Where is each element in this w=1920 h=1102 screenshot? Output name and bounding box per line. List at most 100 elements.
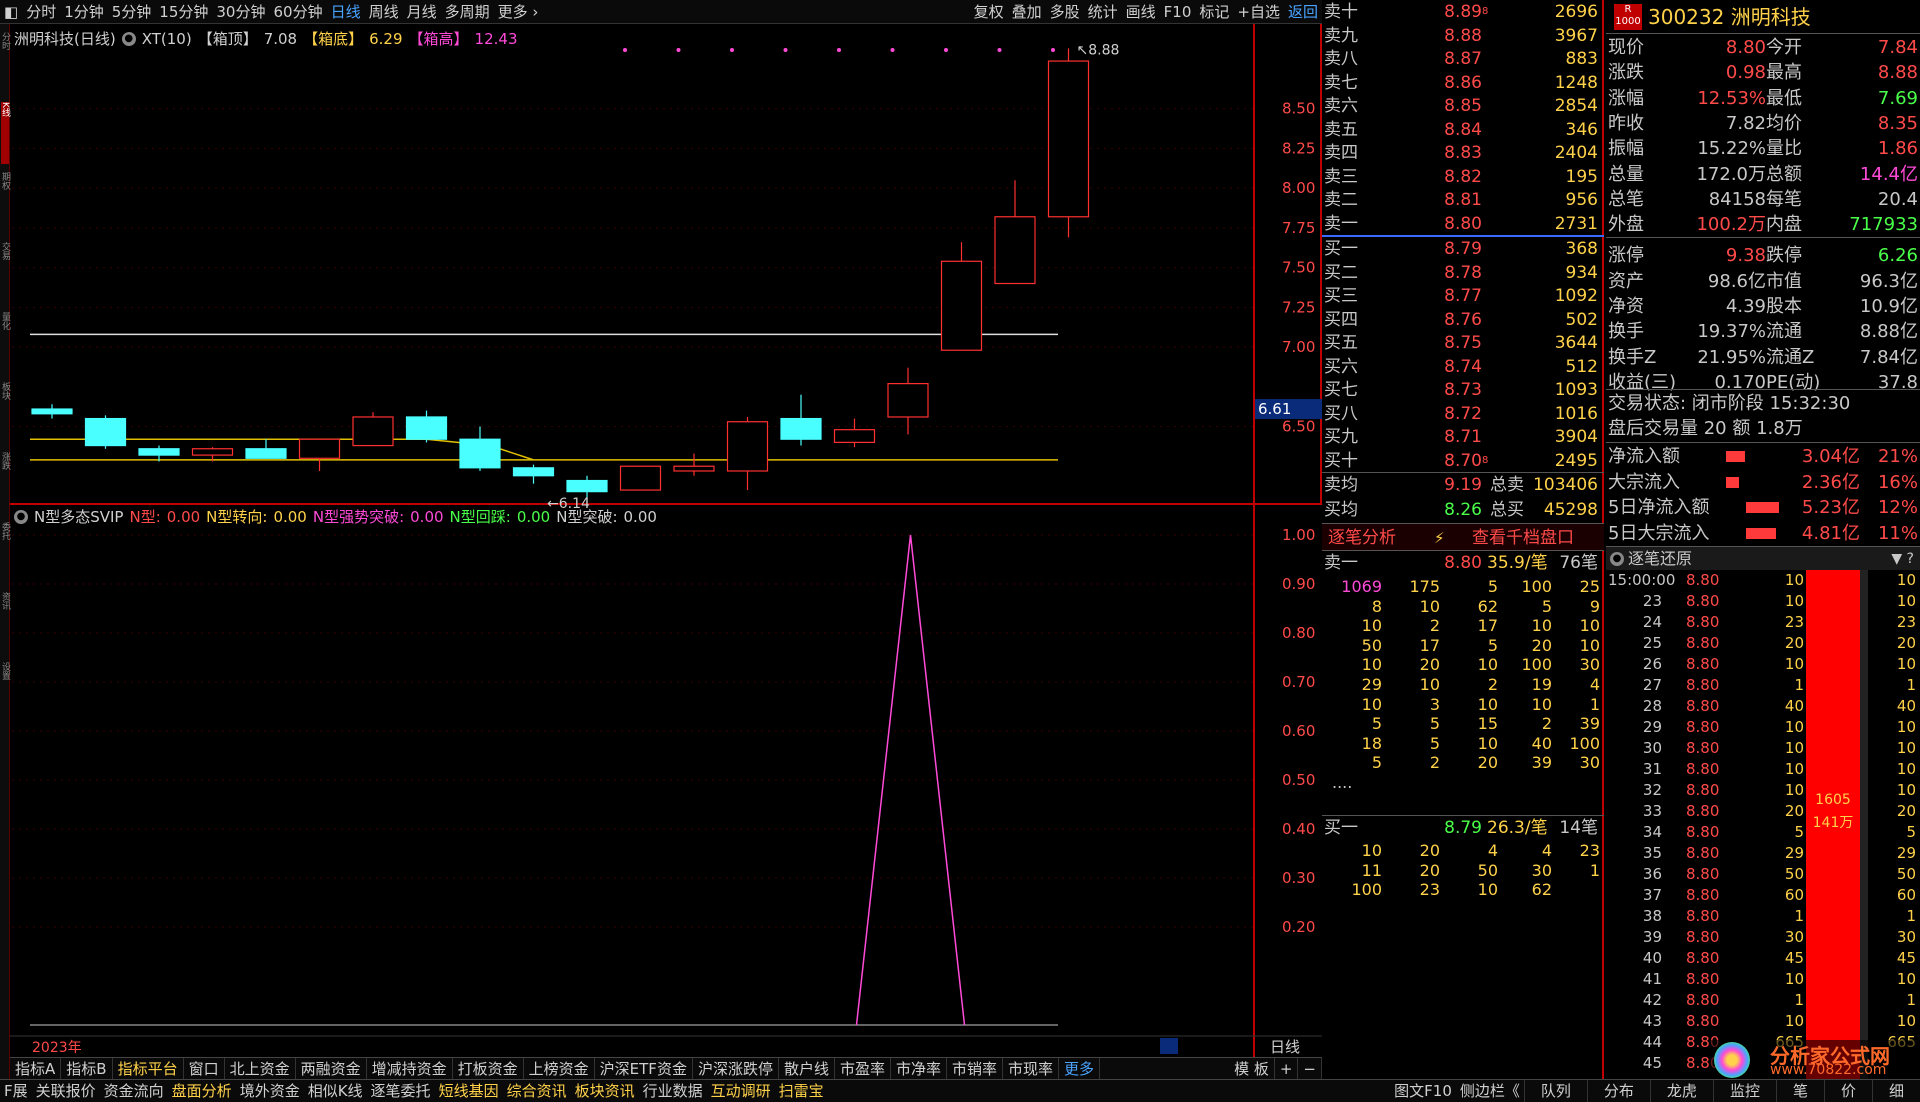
- left-strip-tab-4[interactable]: 量化: [0, 312, 10, 374]
- ask-row[interactable]: 卖四 8.83 2404: [1322, 141, 1604, 165]
- status-panel-tab-6[interactable]: 细: [1871, 1079, 1920, 1102]
- period-tab-6[interactable]: 日线: [327, 0, 365, 24]
- indicator-name[interactable]: XT(10): [142, 30, 192, 48]
- toolbar-btn-1[interactable]: 叠加: [1008, 0, 1046, 24]
- status-panel-tab-0[interactable]: 队列: [1523, 1079, 1587, 1102]
- period-tab-0[interactable]: 分时: [22, 0, 60, 24]
- status-tab-5[interactable]: 相似K线: [304, 1080, 367, 1102]
- status-right-1[interactable]: 侧边栏《: [1456, 1080, 1524, 1102]
- ask-row[interactable]: 卖六 8.85 2854: [1322, 94, 1604, 118]
- stock-code-name[interactable]: 300232 洲明科技: [1648, 4, 1811, 30]
- status-tab-0[interactable]: F展: [0, 1080, 32, 1102]
- left-strip-tab-6[interactable]: 涨跌: [0, 452, 10, 514]
- status-tab-11[interactable]: 互动调研: [707, 1080, 775, 1102]
- indicator-tab-17[interactable]: 模 板: [1229, 1057, 1275, 1080]
- ask-row[interactable]: 卖九 8.88 3967: [1322, 24, 1604, 48]
- ask-row[interactable]: 卖五 8.84 346: [1322, 118, 1604, 142]
- bid-row[interactable]: 买十 8.70 8 2495: [1322, 449, 1604, 473]
- ask-row[interactable]: 卖二 8.81 956: [1322, 188, 1604, 212]
- bid-row[interactable]: 买一 8.79 368: [1322, 237, 1604, 261]
- toolbar-btn-4[interactable]: 画线: [1122, 0, 1160, 24]
- period-tab-4[interactable]: 30分钟: [212, 0, 269, 24]
- more-dots[interactable]: ....: [1332, 773, 1352, 793]
- status-tab-7[interactable]: 短线基因: [435, 1080, 503, 1102]
- bid-row[interactable]: 买四 8.76 502: [1322, 308, 1604, 332]
- status-tab-2[interactable]: 资金流向: [100, 1080, 168, 1102]
- indicator-tab-13[interactable]: 市净率: [891, 1057, 948, 1080]
- status-panel-tab-3[interactable]: 监控: [1712, 1079, 1776, 1102]
- indicator-tab-7[interactable]: 打板资金: [453, 1057, 524, 1080]
- filter-help-icons[interactable]: ▼ ?: [1891, 547, 1914, 571]
- ask-row[interactable]: 卖三 8.82 195: [1322, 165, 1604, 189]
- period-tab-5[interactable]: 60分钟: [269, 0, 326, 24]
- left-strip-tab-1[interactable]: K线: [0, 102, 10, 164]
- toolbar-btn-5[interactable]: F10: [1160, 0, 1196, 24]
- status-tab-6[interactable]: 逐笔委托: [367, 1080, 435, 1102]
- indicator-tab-2[interactable]: 指标平台: [113, 1057, 184, 1080]
- left-strip-tab-7[interactable]: 委托: [0, 522, 10, 584]
- status-tab-4[interactable]: 境外资金: [236, 1080, 304, 1102]
- bid-row[interactable]: 买八 8.72 1016: [1322, 402, 1604, 426]
- indicator-tab-15[interactable]: 市现率: [1003, 1057, 1060, 1080]
- status-panel-tab-1[interactable]: 分布: [1586, 1079, 1650, 1102]
- status-tab-3[interactable]: 盘面分析: [168, 1080, 236, 1102]
- view-level-book-link[interactable]: 查看千档盘口: [1472, 524, 1574, 552]
- indicator-tab-5[interactable]: 两融资金: [296, 1057, 367, 1080]
- status-tab-8[interactable]: 综合资讯: [503, 1080, 571, 1102]
- toolbar-btn-2[interactable]: 多股: [1046, 0, 1084, 24]
- indicator-tab-6[interactable]: 增减持资金: [367, 1057, 453, 1080]
- tick-restore-title[interactable]: 逐笔还原: [1628, 547, 1692, 571]
- tick-analysis-tab[interactable]: 逐笔分析 ⚡ 查看千档盘口: [1322, 523, 1604, 551]
- bid-row[interactable]: 买七 8.73 1093: [1322, 378, 1604, 402]
- left-strip-tab-0[interactable]: 分时: [0, 32, 10, 94]
- period-tab-9[interactable]: 多周期: [441, 0, 494, 24]
- period-tab-2[interactable]: 5分钟: [108, 0, 156, 24]
- bid-row[interactable]: 买六 8.74 512: [1322, 355, 1604, 379]
- ask-row[interactable]: 卖一 8.80 2731: [1322, 212, 1604, 236]
- indicator-tab-12[interactable]: 市盈率: [835, 1057, 891, 1080]
- eye-icon[interactable]: ●: [1610, 552, 1624, 566]
- indicator-tab-1[interactable]: 指标B: [61, 1057, 113, 1080]
- bid-row[interactable]: 买二 8.78 934: [1322, 261, 1604, 285]
- eye-icon[interactable]: ●: [121, 31, 136, 46]
- stock-period-title[interactable]: 洲明科技(日线): [14, 28, 116, 49]
- status-tab-9[interactable]: 板块资讯: [571, 1080, 639, 1102]
- bid-row[interactable]: 买五 8.75 3644: [1322, 331, 1604, 355]
- indicator-tab-19[interactable]: −: [1298, 1057, 1322, 1080]
- status-panel-tab-2[interactable]: 龙虎: [1649, 1079, 1713, 1102]
- status-tab-1[interactable]: 关联报价: [32, 1080, 100, 1102]
- period-tab-1[interactable]: 1分钟: [60, 0, 108, 24]
- main-kline-chart[interactable]: [10, 24, 1322, 504]
- toolbar-btn-8[interactable]: 返回: [1284, 0, 1322, 24]
- sub-indicator-name[interactable]: N型多态SVIP: [34, 506, 123, 527]
- bid-row[interactable]: 买三 8.77 1092: [1322, 284, 1604, 308]
- status-panel-tab-4[interactable]: 笔: [1775, 1079, 1824, 1102]
- period-tab-7[interactable]: 周线: [365, 0, 403, 24]
- left-strip-tab-9[interactable]: 设置: [0, 662, 10, 724]
- status-tab-10[interactable]: 行业数据: [639, 1080, 707, 1102]
- period-tab-8[interactable]: 月线: [403, 0, 441, 24]
- toolbar-btn-0[interactable]: 复权: [970, 0, 1008, 24]
- indicator-tab-3[interactable]: 窗口: [184, 1057, 225, 1080]
- left-strip-tab-8[interactable]: 资讯: [0, 592, 10, 654]
- tick-analysis-label[interactable]: 逐笔分析: [1328, 524, 1396, 552]
- toolbar-btn-7[interactable]: +自选: [1233, 0, 1284, 24]
- indicator-tab-16[interactable]: 更多: [1059, 1057, 1101, 1080]
- indicator-tab-0[interactable]: 指标A: [10, 1057, 62, 1080]
- left-strip-tab-3[interactable]: 交易: [0, 242, 10, 304]
- ask-row[interactable]: 卖七 8.86 1248: [1322, 71, 1604, 95]
- indicator-tab-9[interactable]: 沪深ETF资金: [595, 1057, 693, 1080]
- indicator-tab-18[interactable]: +: [1275, 1057, 1299, 1080]
- ask-row[interactable]: 卖八 8.87 883: [1322, 47, 1604, 71]
- left-strip-tab-5[interactable]: 板块: [0, 382, 10, 444]
- status-panel-tab-5[interactable]: 价: [1823, 1079, 1872, 1102]
- left-strip-tab-2[interactable]: 期权: [0, 172, 10, 234]
- status-right-0[interactable]: 图文F10: [1390, 1080, 1456, 1102]
- period-tab-10[interactable]: 更多 ›: [494, 0, 543, 24]
- indicator-tab-11[interactable]: 散户线: [779, 1057, 835, 1080]
- layout-icon[interactable]: ◧: [0, 0, 22, 24]
- toolbar-btn-6[interactable]: 标记: [1195, 0, 1233, 24]
- indicator-tab-10[interactable]: 沪深涨跌停: [693, 1057, 779, 1080]
- toolbar-btn-3[interactable]: 统计: [1084, 0, 1122, 24]
- ask-row[interactable]: 卖十 8.89 8 2696: [1322, 0, 1604, 24]
